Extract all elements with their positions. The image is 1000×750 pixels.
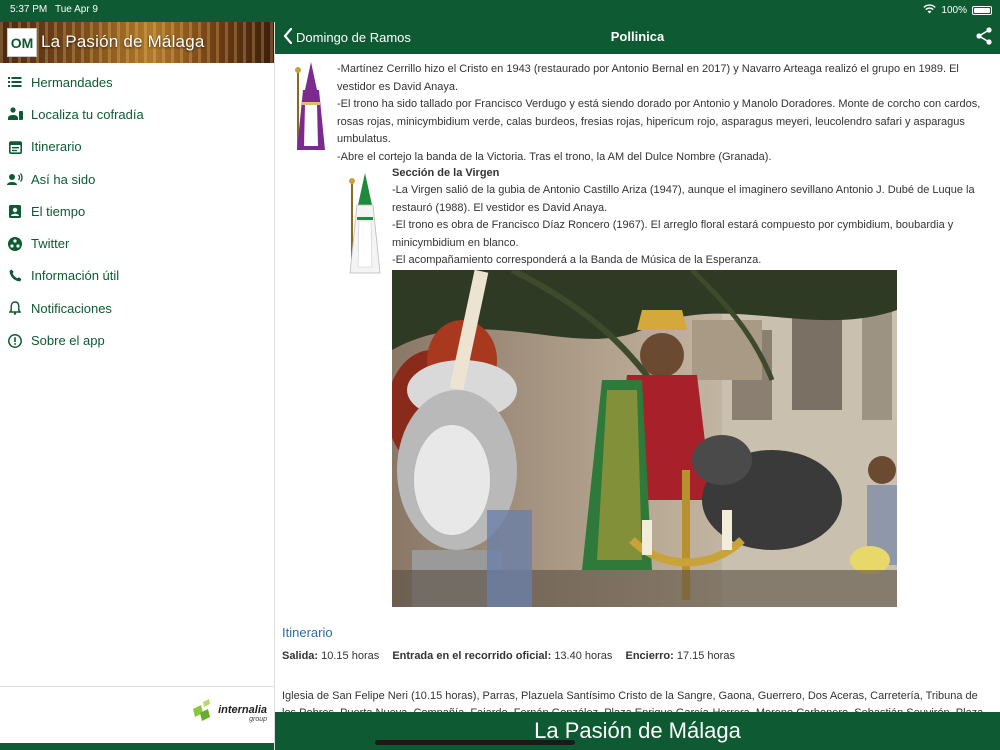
- procession-photo: [392, 270, 897, 607]
- salida-label: Salida:: [282, 650, 319, 662]
- text-line: -Martínez Cerrillo hizo el Cristo en 194…: [337, 63, 959, 75]
- wifi-icon: [923, 4, 937, 17]
- itinerario-title: Itinerario: [282, 625, 333, 640]
- sidebar-item-sobre-el-app[interactable]: Sobre el app: [0, 324, 274, 356]
- sponsor-name: internalia: [218, 703, 267, 716]
- nazareno-cristo-image: [291, 60, 329, 159]
- app-title: La Pasión de Málaga: [41, 32, 205, 51]
- sidebar-item-informacion-util[interactable]: Información útil: [0, 260, 274, 292]
- status-bar-right: 100%: [275, 0, 1000, 22]
- sidebar-item-asi-ha-sido[interactable]: Así ha sido: [0, 163, 274, 195]
- battery-icon: [972, 6, 992, 15]
- text-line: umbulatus.: [337, 133, 391, 146]
- phone-icon: [7, 268, 23, 284]
- sidebar-item-label: Información útil: [31, 268, 120, 284]
- sidebar-item-label: Twitter: [31, 236, 70, 252]
- content-scroll[interactable]: -Martínez Cerrillo hizo el Cristo en 194…: [275, 54, 1000, 712]
- virgen-section-title: Sección de la Virgen: [392, 167, 500, 179]
- text-line: -El acompañamiento corresponderá a la Ba…: [392, 254, 762, 267]
- sponsor-subtitle: group: [249, 715, 267, 723]
- sidebar-item-label: Notificaciones: [31, 300, 112, 316]
- sidebar-item-label: Así ha sido: [31, 171, 96, 187]
- text-line: vestidor es David Anaya.: [337, 80, 459, 93]
- person-location-icon: [7, 106, 23, 122]
- sidebar-item-label: El tiempo: [31, 203, 86, 219]
- navigation-bar: Domingo de Ramos Pollinica: [275, 22, 1000, 54]
- bottom-banner: La Pasión de Málaga: [275, 712, 1000, 750]
- sidebar-item-twitter[interactable]: Twitter: [0, 227, 274, 259]
- internalia-mark-icon: [191, 699, 215, 728]
- sidebar-bottom-strip: [0, 743, 274, 750]
- text-line: -La Virgen salió de la gubia de Antonio …: [392, 184, 975, 196]
- weather-badge-icon: [7, 203, 23, 219]
- text-line: -El trono ha sido tallado por Francisco …: [337, 98, 981, 111]
- text-line: -Abre el cortejo la banda de la Victoria…: [337, 150, 772, 163]
- encierro-label: Encierro:: [625, 650, 674, 662]
- app-logo: OM: [7, 28, 37, 57]
- text-line: -El trono es obra de Francisco Díaz Ronc…: [392, 219, 954, 232]
- status-icons: 100%: [923, 4, 992, 17]
- page-title: Pollinica: [610, 29, 665, 44]
- status-bar-left: 5:37 PM Tue Apr 9: [0, 0, 275, 22]
- sponsor-logo[interactable]: internalia group: [191, 699, 267, 728]
- home-indicator[interactable]: [375, 740, 575, 745]
- status-time: 5:37 PM: [10, 4, 48, 15]
- text-line: minicymbidium en blanco.: [392, 236, 519, 249]
- sidebar-footer: internalia group: [0, 686, 274, 750]
- sidebar-item-label: Localiza tu cofradía: [31, 106, 144, 122]
- sidebar-item-itinerario[interactable]: Itinerario: [0, 131, 274, 163]
- route-description: Iglesia de San Felipe Neri (10.15 horas)…: [282, 690, 983, 712]
- share-button[interactable]: [976, 27, 992, 50]
- text-line: rosas rojas, minicymbidium verde, calas …: [337, 115, 965, 128]
- entrada-value: 13.40 horas: [554, 650, 613, 662]
- app-banner: OM La Pasión de Málaga: [0, 22, 274, 63]
- status-date: Tue Apr 9: [55, 4, 98, 15]
- record-voice-icon: [7, 171, 23, 187]
- calendar-icon: [7, 139, 23, 155]
- sidebar: OM La Pasión de Málaga Hermandades Local…: [0, 22, 275, 750]
- virgen-description: -La Virgen salió de la gubia de Antonio …: [392, 182, 992, 270]
- text-line: restauró (1988). El vestidor es David An…: [392, 201, 608, 214]
- info-icon: [7, 333, 23, 349]
- bell-icon: [7, 300, 23, 316]
- share-icon: [976, 27, 992, 49]
- sidebar-item-label: Itinerario: [31, 139, 82, 155]
- sidebar-menu: Hermandades Localiza tu cofradía Itinera…: [0, 66, 274, 357]
- list-icon: [7, 74, 23, 90]
- sidebar-item-localiza[interactable]: Localiza tu cofradía: [0, 98, 274, 130]
- sidebar-item-notificaciones[interactable]: Notificaciones: [0, 292, 274, 324]
- twitter-icon: [7, 236, 23, 252]
- schedule-times: Salida: 10.15 horas Entrada en el recorr…: [282, 650, 735, 662]
- sidebar-item-el-tiempo[interactable]: El tiempo: [0, 195, 274, 227]
- battery-percent: 100%: [941, 5, 967, 16]
- salida-value: 10.15 horas: [321, 650, 380, 662]
- sidebar-item-hermandades[interactable]: Hermandades: [0, 66, 274, 98]
- encierro-value: 17.15 horas: [676, 650, 735, 662]
- nazareno-virgen-image: [345, 171, 383, 282]
- cristo-description: -Martínez Cerrillo hizo el Cristo en 194…: [337, 61, 997, 167]
- entrada-label: Entrada en el recorrido oficial:: [392, 650, 552, 662]
- sidebar-item-label: Sobre el app: [31, 333, 105, 349]
- sidebar-item-label: Hermandades: [31, 74, 113, 90]
